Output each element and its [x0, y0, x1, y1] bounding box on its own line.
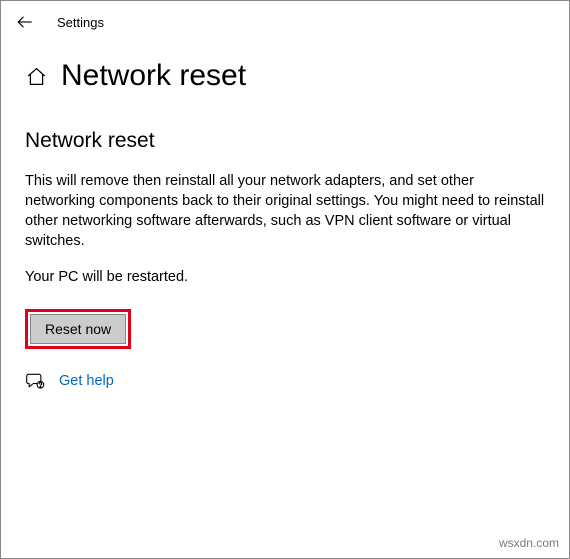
chat-help-icon: [25, 371, 45, 391]
help-row: Get help: [25, 371, 545, 391]
restart-note: Your PC will be restarted.: [25, 269, 545, 285]
section-heading: Network reset: [25, 129, 545, 153]
titlebar: Settings: [1, 1, 569, 43]
highlight-box: Reset now: [25, 309, 131, 349]
page-title: Network reset: [61, 59, 246, 93]
window-title: Settings: [57, 15, 104, 30]
get-help-link[interactable]: Get help: [59, 373, 114, 389]
home-icon[interactable]: [25, 65, 47, 87]
page-content: Network reset Network reset This will re…: [1, 43, 569, 391]
watermark: wsxdn.com: [499, 536, 559, 550]
reset-now-button[interactable]: Reset now: [30, 314, 126, 344]
back-arrow-icon[interactable]: [15, 12, 35, 32]
page-title-row: Network reset: [25, 59, 545, 93]
section-description: This will remove then reinstall all your…: [25, 171, 545, 251]
